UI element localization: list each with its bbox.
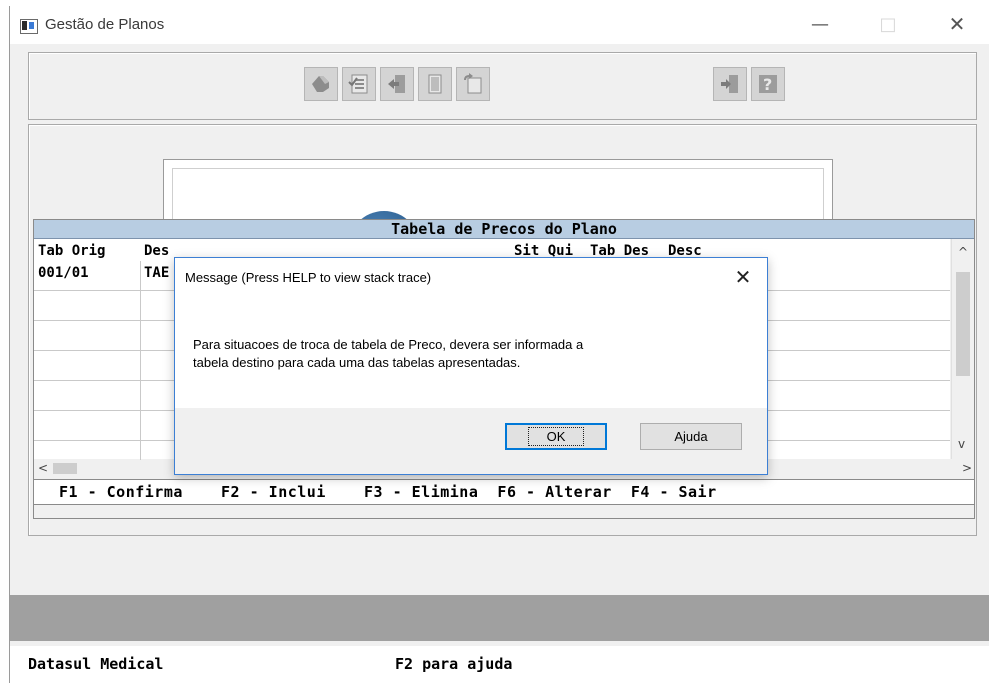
scroll-left-icon[interactable]: < xyxy=(38,461,48,475)
help-question-icon[interactable]: ? xyxy=(751,67,785,101)
horizontal-scroll-thumb[interactable] xyxy=(53,463,77,474)
svg-text:?: ? xyxy=(763,75,772,94)
scroll-down-icon[interactable]: v xyxy=(958,437,965,451)
dialog-button-bar: OK Ajuda xyxy=(175,408,767,474)
gray-separator-bar xyxy=(10,595,989,641)
ok-button[interactable]: OK xyxy=(505,423,607,450)
help-button[interactable]: Ajuda xyxy=(640,423,742,450)
vertical-scrollbar[interactable]: ^ v xyxy=(951,239,974,459)
status-bar: Datasul Medical F2 para ajuda xyxy=(10,646,989,683)
app-icon xyxy=(20,19,38,34)
toolbar: ? xyxy=(28,52,977,120)
table-cell-desc[interactable]: TAE xyxy=(144,265,169,281)
scroll-up-icon[interactable]: ^ xyxy=(958,245,968,259)
column-header-tab-orig[interactable]: Tab Orig xyxy=(38,243,105,259)
title-bar: Gestão de Planos — □ ✕ xyxy=(10,6,989,44)
table-cell-tab-orig[interactable]: 001/01 xyxy=(38,265,89,281)
copy-document-icon[interactable] xyxy=(418,67,452,101)
hand-pointer-icon[interactable] xyxy=(304,67,338,101)
status-app-name: Datasul Medical xyxy=(28,655,164,673)
ok-button-label: OK xyxy=(527,427,585,446)
logo-frame xyxy=(163,159,833,283)
function-key-legend: F1 - Confirma F2 - Inclui F3 - Elimina F… xyxy=(59,483,717,501)
new-document-icon[interactable] xyxy=(456,67,490,101)
column-header-desc[interactable]: Des xyxy=(144,243,169,259)
dialog-message-line: tabela destino para cada uma das tabelas… xyxy=(193,355,521,370)
window-title: Gestão de Planos xyxy=(45,16,165,33)
function-key-bar: F1 - Confirma F2 - Inclui F3 - Elimina F… xyxy=(34,479,974,505)
dialog-close-button[interactable]: ✕ xyxy=(723,260,763,294)
checklist-icon[interactable] xyxy=(342,67,376,101)
dialog-message-line: Para situacoes de troca de tabela de Pre… xyxy=(193,337,584,352)
table-title: Tabela de Precos do Plano xyxy=(34,220,974,239)
dialog-title: Message (Press HELP to view stack trace) xyxy=(185,270,432,285)
message-dialog: Message (Press HELP to view stack trace)… xyxy=(174,257,768,475)
minimize-button[interactable]: — xyxy=(798,6,842,42)
login-door-icon[interactable] xyxy=(713,67,747,101)
status-help-hint: F2 para ajuda xyxy=(395,655,513,673)
dialog-message: Para situacoes de troca de tabela de Pre… xyxy=(193,336,753,372)
vertical-scroll-thumb[interactable] xyxy=(956,272,970,376)
close-button[interactable]: ✕ xyxy=(935,6,979,42)
exit-door-icon[interactable] xyxy=(380,67,414,101)
maximize-button[interactable]: □ xyxy=(866,6,910,42)
scroll-right-icon[interactable]: > xyxy=(962,461,972,475)
